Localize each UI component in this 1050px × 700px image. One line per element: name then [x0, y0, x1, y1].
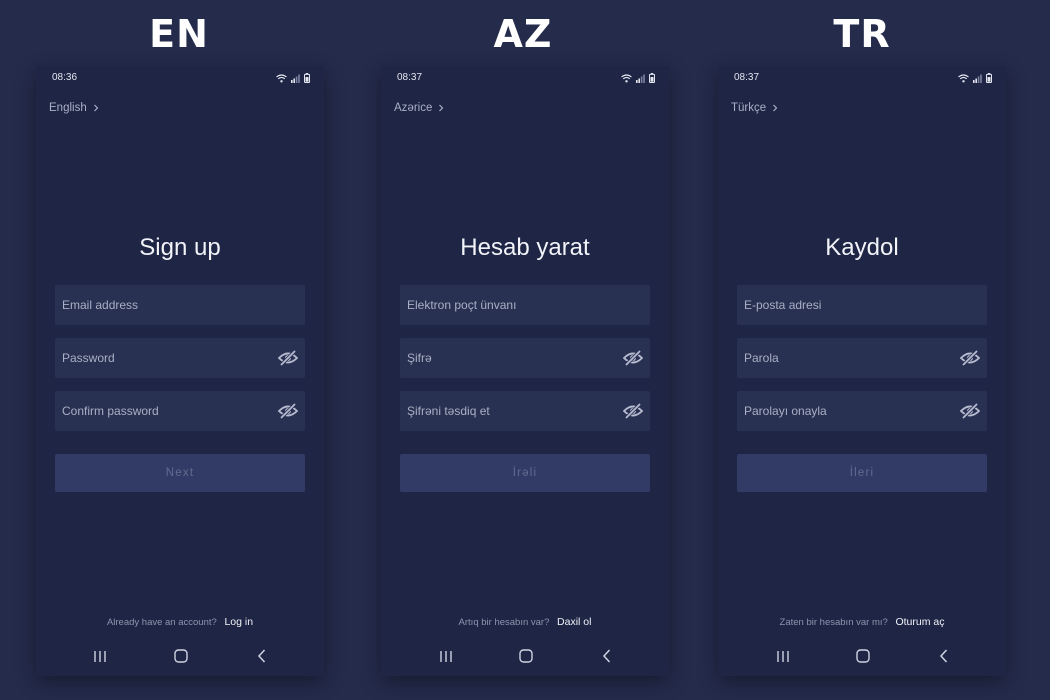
signal-icon	[636, 74, 645, 83]
account-question: Artıq bir hesabın var?	[458, 617, 550, 628]
back-button[interactable]	[250, 646, 274, 666]
back-icon	[257, 649, 266, 663]
eye-off-icon[interactable]	[623, 402, 643, 420]
battery-icon	[649, 73, 655, 83]
language-selector-label: Türkçe	[731, 102, 767, 114]
language-heading-tr: TR	[833, 12, 891, 56]
recent-apps-button[interactable]	[88, 646, 112, 666]
next-button[interactable]: İleri	[737, 454, 987, 492]
wifi-icon	[276, 73, 287, 82]
home-icon	[519, 649, 533, 663]
eye-off-icon[interactable]	[623, 349, 643, 367]
confirm-password-field	[55, 391, 305, 431]
next-button[interactable]: İrəli	[400, 454, 650, 492]
password-field	[55, 338, 305, 378]
password-input[interactable]	[400, 338, 650, 378]
phone-screen-az: 08:37 Azərice Hesab yarat İrəli Artıq bi…	[381, 66, 669, 676]
password-input[interactable]	[737, 338, 987, 378]
password-input[interactable]	[55, 338, 305, 378]
page-title: Kaydol	[825, 234, 899, 261]
signal-icon	[291, 74, 300, 83]
phone-screen-tr: 08:37 Türkçe Kaydol İleri Zaten bir hesa…	[718, 66, 1006, 676]
system-nav-bar	[36, 646, 324, 666]
recent-apps-icon	[94, 650, 106, 662]
confirm-password-field	[400, 391, 650, 431]
home-button[interactable]	[514, 646, 538, 666]
login-link[interactable]: Daxil ol	[557, 616, 591, 628]
password-field	[400, 338, 650, 378]
back-icon	[602, 649, 611, 663]
phone-screen-en: 08:36 English Sign up Next Already have …	[36, 66, 324, 676]
page-title: Hesab yarat	[460, 234, 590, 261]
confirm-password-input[interactable]	[737, 391, 987, 431]
eye-off-icon[interactable]	[960, 349, 980, 367]
home-button[interactable]	[169, 646, 193, 666]
confirm-password-input[interactable]	[55, 391, 305, 431]
back-button[interactable]	[932, 646, 956, 666]
status-icons	[621, 73, 655, 83]
chevron-right-icon	[439, 104, 444, 112]
email-field	[737, 285, 987, 325]
login-prompt: Zaten bir hesabın var mı? Oturum aç	[718, 616, 1006, 628]
eye-off-icon[interactable]	[960, 402, 980, 420]
email-input[interactable]	[55, 285, 305, 325]
account-question: Already have an account?	[106, 617, 217, 628]
battery-icon	[304, 73, 310, 83]
recent-apps-button[interactable]	[771, 646, 795, 666]
status-icons	[276, 73, 310, 83]
confirm-password-input[interactable]	[400, 391, 650, 431]
language-selector[interactable]: Türkçe	[731, 102, 778, 114]
system-nav-bar	[718, 646, 1006, 666]
login-link[interactable]: Log in	[224, 616, 253, 628]
eye-off-icon[interactable]	[278, 402, 298, 420]
password-field	[737, 338, 987, 378]
wifi-icon	[621, 73, 632, 82]
home-button[interactable]	[851, 646, 875, 666]
status-bar: 08:36	[52, 72, 310, 86]
signal-icon	[973, 74, 982, 83]
chevron-right-icon	[93, 104, 99, 112]
eye-off-icon[interactable]	[278, 349, 298, 367]
language-selector[interactable]: Azərice	[394, 102, 444, 114]
back-button[interactable]	[595, 646, 619, 666]
language-selector-label: Azərice	[394, 102, 433, 114]
language-heading-az: AZ	[493, 12, 553, 56]
language-heading-en: EN	[149, 12, 209, 56]
chevron-right-icon	[773, 104, 778, 112]
system-nav-bar	[381, 646, 669, 666]
back-icon	[939, 649, 948, 663]
status-time: 08:36	[52, 72, 78, 83]
recent-apps-button[interactable]	[434, 646, 458, 666]
battery-icon	[986, 73, 992, 83]
status-bar: 08:37	[734, 72, 992, 86]
status-bar: 08:37	[397, 72, 655, 86]
recent-apps-icon	[777, 650, 789, 662]
status-time: 08:37	[734, 72, 760, 83]
status-icons	[958, 73, 992, 83]
home-icon	[856, 649, 870, 663]
comparison-stage: EN 08:36 English Sign up Next Alr	[0, 0, 1050, 700]
recent-apps-icon	[440, 650, 452, 662]
confirm-password-field	[737, 391, 987, 431]
home-icon	[174, 649, 188, 663]
page-title: Sign up	[139, 234, 221, 261]
next-button[interactable]: Next	[55, 454, 305, 492]
wifi-icon	[958, 73, 969, 82]
login-prompt: Already have an account? Log in	[36, 616, 324, 628]
email-field	[55, 285, 305, 325]
login-link[interactable]: Oturum aç	[895, 616, 944, 628]
language-selector-label: English	[49, 102, 87, 114]
login-prompt: Artıq bir hesabın var? Daxil ol	[381, 616, 669, 628]
email-input[interactable]	[737, 285, 987, 325]
account-question: Zaten bir hesabın var mı?	[779, 617, 888, 628]
email-field	[400, 285, 650, 325]
language-selector[interactable]: English	[49, 102, 99, 114]
status-time: 08:37	[397, 72, 423, 83]
email-input[interactable]	[400, 285, 650, 325]
